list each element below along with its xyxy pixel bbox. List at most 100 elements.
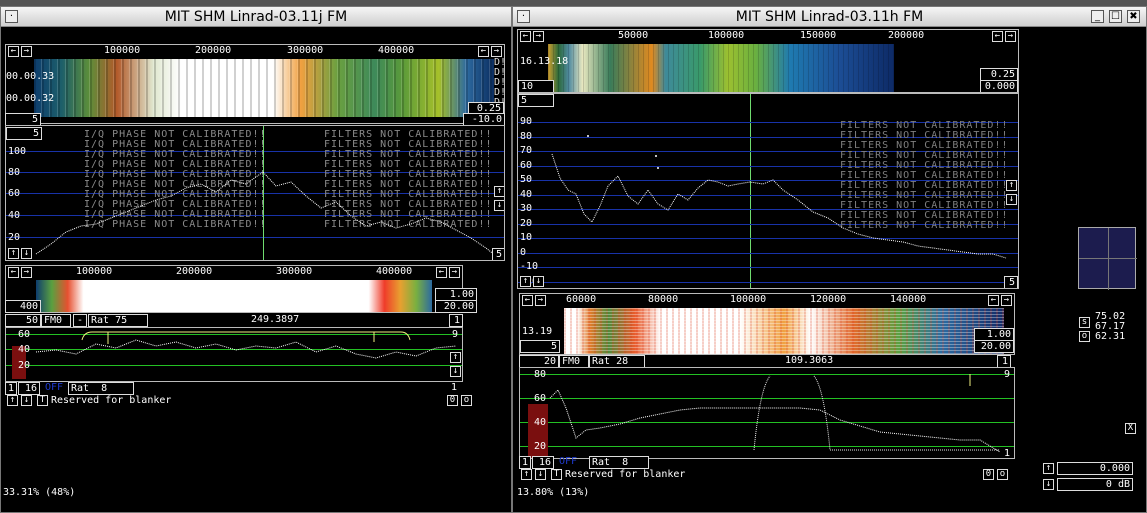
waterfall-zero-box[interactable]: 0.000: [980, 80, 1018, 92]
scroll-down-icon[interactable]: ↓: [535, 469, 546, 480]
blanker-t-button[interactable]: T: [551, 469, 562, 480]
freq-scale-tick: 150000: [800, 30, 837, 41]
scroll-right-icon[interactable]: →: [21, 267, 32, 278]
left-waterfall-image[interactable]: [34, 59, 494, 117]
scroll-down-icon[interactable]: ↓: [450, 366, 461, 377]
fft-size-box[interactable]: 50: [5, 314, 41, 327]
blanker-o-button[interactable]: o: [997, 469, 1008, 480]
blanker-a-box[interactable]: 1: [519, 456, 531, 469]
right-spectrum-panel[interactable]: 5 9080706050403020100-10-20 FILTERS NOT …: [517, 93, 1019, 289]
scroll-up-icon[interactable]: ↑: [1043, 463, 1054, 474]
scroll-up-icon[interactable]: ↑: [494, 186, 504, 197]
scroll-right-icon[interactable]: →: [21, 46, 32, 57]
scroll-up-icon[interactable]: ↑: [450, 352, 461, 363]
baseband-one-box[interactable]: 1: [449, 314, 463, 327]
left-linrad-window: MIT SHM Linrad-03.11j FM · ← → ← → 10000…: [0, 6, 512, 513]
scroll-down-icon[interactable]: ↓: [494, 200, 504, 211]
right-window-title[interactable]: MIT SHM Linrad-03.11h FM: [513, 7, 1146, 27]
baseband-zero-box[interactable]: 20.00: [974, 340, 1014, 353]
right-baseband-graph[interactable]: 80 60 40 20 9 1: [519, 367, 1015, 459]
scroll-left-icon[interactable]: ←: [8, 267, 19, 278]
scroll-up-icon[interactable]: ↑: [8, 248, 19, 259]
scroll-left-icon[interactable]: ←: [436, 267, 447, 278]
scroll-left-icon[interactable]: ←: [8, 46, 19, 57]
scroll-up-icon[interactable]: ↑: [1006, 180, 1017, 191]
freq-scale-tick: 200000: [888, 30, 925, 41]
s-meter-crosshair-v: [1108, 228, 1109, 290]
right-baseband-waterfall[interactable]: [564, 308, 1004, 354]
scroll-left-icon[interactable]: ←: [478, 46, 489, 57]
s-meter-s-button[interactable]: s: [1079, 317, 1090, 328]
right-waterfall-image[interactable]: [548, 44, 894, 92]
minimize-icon[interactable]: _: [1091, 10, 1104, 23]
left-baseband-panel[interactable]: ← → ← → 100000 200000 300000 400000: [5, 265, 463, 313]
s-meter-o-button[interactable]: o: [1079, 331, 1090, 342]
baseband-left-box[interactable]: 5: [520, 340, 560, 353]
left-baseband-waterfall[interactable]: [36, 280, 432, 312]
spectrum-avg-box[interactable]: 5: [492, 248, 504, 260]
scroll-down-icon[interactable]: ↓: [21, 248, 32, 259]
right-window-menu-button[interactable]: ·: [517, 10, 530, 23]
fm-frequency-readout: 109.3063: [785, 355, 834, 366]
blanker-off-label[interactable]: OFF: [45, 382, 63, 393]
blanker-off-label[interactable]: OFF: [559, 456, 577, 467]
scroll-up-icon[interactable]: ↑: [520, 276, 531, 287]
freq-scale-tick: 400000: [378, 45, 415, 56]
blanker-zero-button[interactable]: 0: [983, 469, 994, 480]
freq-scale-tick: 200000: [195, 45, 232, 56]
blanker-rat-box[interactable]: Rat 8: [68, 382, 134, 395]
scroll-right-icon[interactable]: →: [533, 31, 544, 42]
baseband-time-label: 13.19: [522, 326, 553, 337]
waterfall-ten-box[interactable]: 10: [518, 80, 554, 92]
baseband-scale-tick: 80000: [648, 294, 679, 305]
left-window-title[interactable]: MIT SHM Linrad-03.11j FM: [1, 7, 511, 27]
scroll-up-icon[interactable]: ↑: [7, 395, 18, 406]
scroll-right-icon[interactable]: →: [1005, 31, 1016, 42]
baseband-scale-tick: 300000: [276, 266, 313, 277]
reserved-for-blanker-label: Reserved for blanker: [565, 469, 686, 480]
scroll-up-icon[interactable]: ↑: [521, 469, 532, 480]
scroll-left-icon[interactable]: ←: [992, 31, 1003, 42]
baseband-scale-tick: 200000: [176, 266, 213, 277]
close-icon[interactable]: X: [1125, 423, 1136, 434]
scroll-down-icon[interactable]: ↓: [21, 395, 32, 406]
baseband-zero-box[interactable]: 20.00: [435, 300, 477, 313]
scroll-left-icon[interactable]: ←: [520, 31, 531, 42]
rat-box[interactable]: Rat 75: [88, 314, 148, 327]
right-baseband-panel[interactable]: ← → ← → 60000 80000 100000 120000 140000…: [519, 293, 1015, 355]
blanker-rat-box[interactable]: Rat 8: [589, 456, 649, 469]
blanker-zero-button[interactable]: 0: [447, 395, 458, 406]
spectrum-avg-box[interactable]: 5: [1004, 276, 1018, 288]
scroll-right-icon[interactable]: →: [491, 46, 502, 57]
s-meter-panel[interactable]: [1078, 227, 1137, 290]
left-waterfall-panel[interactable]: ← → ← → 100000 200000 300000 400000 00.0…: [5, 44, 505, 124]
scroll-down-icon[interactable]: ↓: [533, 276, 544, 287]
blanker-b-box[interactable]: 16: [18, 382, 40, 395]
left-baseband-graph[interactable]: 60 40 20 9 ↑ ↓: [5, 327, 463, 382]
left-cpu-status: 33.31% (48%): [3, 487, 76, 498]
blanker-o-button[interactable]: o: [461, 395, 472, 406]
minus-box[interactable]: -: [73, 314, 87, 327]
left-window-menu-button[interactable]: ·: [5, 10, 18, 23]
scroll-down-icon[interactable]: ↓: [1006, 194, 1017, 205]
baseband-left-box[interactable]: 400: [5, 300, 41, 313]
waterfall-d-marks: D! D! D! D! D!: [494, 57, 505, 108]
mode-box[interactable]: FM0: [41, 314, 71, 327]
scroll-left-icon[interactable]: ←: [988, 295, 999, 306]
blanker-a-box[interactable]: 1: [5, 382, 17, 395]
blanker-b-box[interactable]: 16: [532, 456, 554, 469]
scroll-right-icon[interactable]: →: [449, 267, 460, 278]
scroll-left-icon[interactable]: ←: [522, 295, 533, 306]
freq-scale-tick: 300000: [287, 45, 324, 56]
right-waterfall-panel[interactable]: ← → ← → 50000 100000 150000 200000 16.13…: [517, 29, 1019, 93]
scroll-right-icon[interactable]: →: [1001, 295, 1012, 306]
left-spectrum-trace: [35, 171, 497, 257]
maximize-icon[interactable]: ☐: [1109, 10, 1122, 23]
gain-db-box[interactable]: 0 dB: [1057, 478, 1133, 491]
scroll-right-icon[interactable]: →: [535, 295, 546, 306]
scroll-down-icon[interactable]: ↓: [1043, 479, 1054, 490]
close-icon[interactable]: ✖: [1127, 10, 1140, 23]
gain-value-box[interactable]: 0.000: [1057, 462, 1133, 475]
blanker-t-button[interactable]: T: [37, 395, 48, 406]
left-spectrum-panel[interactable]: 5 100 80 60 40 20 I/Q PHASE NOT CALIBRAT…: [5, 125, 505, 261]
